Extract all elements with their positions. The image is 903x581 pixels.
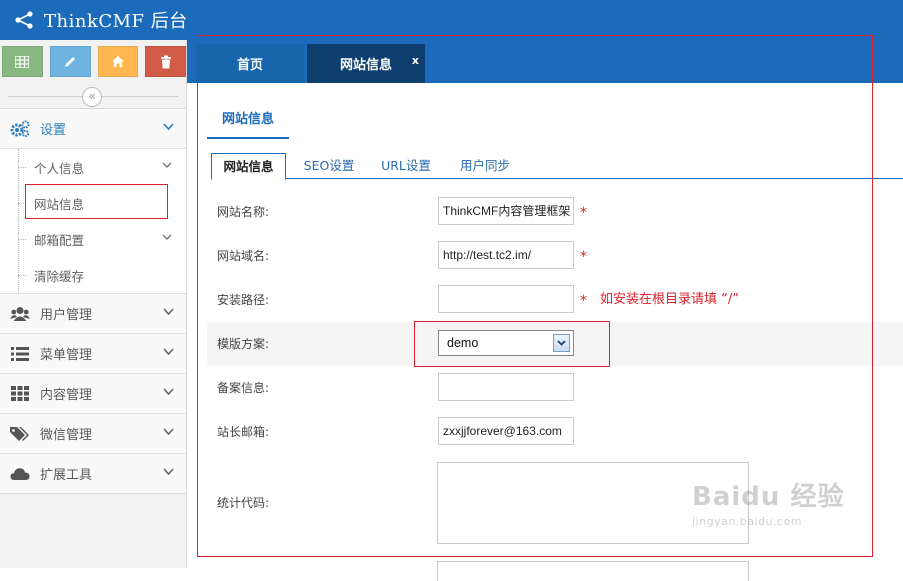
tree-tick bbox=[18, 275, 26, 276]
share-icon bbox=[15, 11, 33, 29]
sidebar-collapse-row: « bbox=[0, 84, 186, 109]
sidebar-item-users[interactable]: 用户管理 bbox=[0, 294, 186, 334]
tab-close-button[interactable]: x bbox=[412, 54, 419, 67]
tags-icon bbox=[0, 426, 40, 442]
sidebar-item-content[interactable]: 内容管理 bbox=[0, 374, 186, 414]
sidebar-item-label: 内容管理 bbox=[40, 388, 93, 403]
sidebar-subitem-label: 清除缓存 bbox=[34, 268, 85, 284]
next-textarea[interactable] bbox=[437, 561, 749, 581]
form-row-site-domain: 网站域名: http://test.tc2.im/ * bbox=[207, 234, 903, 278]
sidebar-subitem-label: 邮箱配置 bbox=[34, 232, 85, 248]
baidu-watermark: Baidu 经验 jingyan.baidu.com bbox=[692, 476, 844, 528]
form-row-site-name: 网站名称: ThinkCMF内容管理框架 * bbox=[207, 190, 903, 234]
top-bar: ThinkCMF 后台 bbox=[0, 0, 903, 40]
icp-input[interactable] bbox=[438, 373, 574, 401]
sidebar-item-settings[interactable]: 设置 bbox=[0, 109, 186, 149]
form-subtabs: 网站信息 SEO设置 URL设置 用户同步 bbox=[211, 153, 903, 180]
site-name-input[interactable]: ThinkCMF内容管理框架 bbox=[438, 197, 574, 225]
chevron-down-icon bbox=[557, 340, 566, 346]
shortcut-bar bbox=[0, 40, 186, 84]
delete-shortcut-button[interactable] bbox=[145, 46, 186, 77]
select-value: demo bbox=[447, 336, 479, 350]
chevron-down-icon bbox=[162, 234, 172, 240]
home-shortcut-button[interactable] bbox=[97, 46, 139, 77]
chevron-down-icon bbox=[163, 348, 174, 356]
dropdown-button[interactable] bbox=[553, 334, 570, 352]
pencil-icon bbox=[65, 56, 76, 67]
sidebar-item-label: 扩展工具 bbox=[40, 468, 93, 483]
field-label: 模版方案: bbox=[217, 337, 270, 351]
sidebar-subitem-label: 个人信息 bbox=[34, 160, 85, 176]
sidebar-item-label: 菜单管理 bbox=[40, 348, 93, 363]
site-domain-input[interactable]: http://test.tc2.im/ bbox=[438, 241, 574, 269]
sidebar-item-label: 设置 bbox=[40, 123, 67, 138]
sidebar-item-menus[interactable]: 菜单管理 bbox=[0, 334, 186, 374]
sidebar-subitem-profile[interactable]: 个人信息 bbox=[0, 149, 186, 185]
tab-home[interactable]: 首页 bbox=[196, 44, 304, 83]
subtab-site-info[interactable]: 网站信息 bbox=[211, 153, 286, 180]
required-mark: * bbox=[580, 249, 587, 265]
form-row-template: 模版方案: demo bbox=[207, 322, 903, 366]
grid-shortcut-button[interactable] bbox=[2, 46, 43, 77]
settings-submenu: 个人信息 网站信息 邮箱配置 清除缓存 bbox=[0, 149, 186, 294]
tab-label: 首页 bbox=[236, 58, 263, 73]
brand[interactable]: ThinkCMF 后台 bbox=[14, 0, 188, 40]
sidebar-item-label: 微信管理 bbox=[40, 428, 93, 443]
trash-icon bbox=[160, 55, 171, 68]
home-icon bbox=[111, 56, 124, 67]
sidebar-item-wechat[interactable]: 微信管理 bbox=[0, 414, 186, 454]
tab-label: 网站信息 bbox=[339, 58, 392, 73]
sidebar-subitem-email-config[interactable]: 邮箱配置 bbox=[0, 221, 186, 257]
cogs-icon bbox=[0, 120, 40, 138]
edit-shortcut-button[interactable] bbox=[49, 46, 91, 77]
chevron-down-icon bbox=[163, 468, 174, 476]
chevron-down-icon bbox=[163, 388, 174, 396]
tree-tick bbox=[18, 167, 26, 168]
field-label: 统计代码: bbox=[217, 496, 270, 510]
admin-email-input[interactable]: zxxjjforever@163.com bbox=[438, 417, 574, 445]
cloud-icon bbox=[0, 467, 40, 481]
subtab-url[interactable]: URL设置 bbox=[376, 153, 436, 179]
page-title[interactable]: 网站信息 bbox=[207, 109, 289, 139]
users-icon bbox=[0, 306, 40, 322]
chevron-down-icon bbox=[163, 308, 174, 316]
tab-bar: 首页 网站信息 x bbox=[187, 40, 903, 83]
sidebar-item-extensions[interactable]: 扩展工具 bbox=[0, 454, 186, 494]
form-row-install-path: 安装路径: * 如安装在根目录请填 “/” bbox=[207, 278, 903, 322]
subtab-seo[interactable]: SEO设置 bbox=[299, 153, 359, 179]
annotation-box-site-info bbox=[25, 184, 168, 219]
field-label: 安装路径: bbox=[217, 293, 270, 307]
install-path-input[interactable] bbox=[438, 285, 574, 313]
tab-site-info[interactable]: 网站信息 x bbox=[307, 44, 425, 83]
required-mark: * bbox=[580, 205, 587, 221]
grid-icon bbox=[15, 55, 30, 68]
field-label: 备案信息: bbox=[217, 381, 270, 395]
field-label: 站长邮箱: bbox=[217, 425, 270, 439]
chevron-down-icon bbox=[163, 428, 174, 436]
chevron-down-icon bbox=[163, 123, 174, 131]
sidebar-item-label: 用户管理 bbox=[40, 308, 93, 323]
th-icon bbox=[0, 386, 40, 401]
template-select[interactable]: demo bbox=[438, 330, 574, 356]
sidebar: « 设置 个人信息 网站信息 邮箱配置 清除缓存 用户管理 菜单管理 内容管理 … bbox=[0, 40, 187, 568]
chevron-down-icon bbox=[162, 162, 172, 168]
form-row-icp: 备案信息: bbox=[207, 366, 903, 410]
field-label: 网站域名: bbox=[217, 249, 270, 263]
sidebar-collapse-button[interactable]: « bbox=[82, 87, 102, 107]
subtab-user-sync[interactable]: 用户同步 bbox=[455, 153, 515, 179]
watermark-url: jingyan.baidu.com bbox=[692, 515, 803, 528]
form-row-admin-email: 站长邮箱: zxxjjforever@163.com bbox=[207, 410, 903, 454]
watermark-logo-text: Baidu 经验 bbox=[692, 482, 845, 512]
required-mark: * bbox=[580, 293, 587, 309]
sidebar-subitem-clear-cache[interactable]: 清除缓存 bbox=[0, 257, 186, 293]
tree-tick bbox=[18, 239, 26, 240]
app-title: ThinkCMF 后台 bbox=[44, 11, 188, 32]
field-label: 网站名称: bbox=[217, 205, 270, 219]
list-icon bbox=[0, 346, 40, 361]
install-path-hint: 如安装在根目录请填 “/” bbox=[600, 292, 739, 307]
